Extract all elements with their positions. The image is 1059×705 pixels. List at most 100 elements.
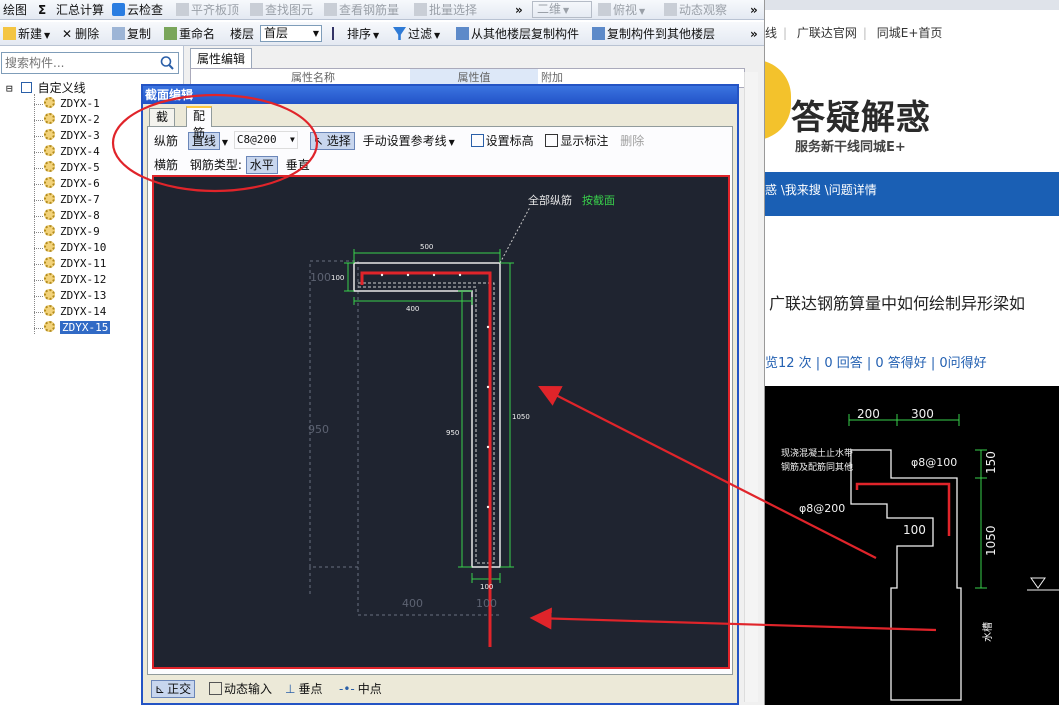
toolbar-overflow-icon[interactable]: » xyxy=(515,0,523,20)
collapse-icon[interactable]: ⊟ xyxy=(6,82,13,95)
find-element-button[interactable]: 查找图元 xyxy=(250,0,313,20)
drawing-label-note1: 现浇混凝土止水带 xyxy=(781,447,853,459)
tree-item-label: ZDYX-8 xyxy=(60,209,100,222)
view-rebar-button[interactable]: 查看钢筋量 xyxy=(324,0,399,20)
tree-connector xyxy=(34,184,43,185)
select-button[interactable]: ↖ 选择 xyxy=(309,132,355,150)
delete-button[interactable]: ✕ 删除 xyxy=(62,24,99,44)
cube-icon xyxy=(598,3,611,16)
tree-root[interactable]: ⊟ 自定义线 xyxy=(6,80,86,96)
chevron-down-icon[interactable]: ▼ xyxy=(222,138,228,147)
search-input[interactable] xyxy=(2,53,152,73)
view-angle-dropdown[interactable]: 俯视 ▼ xyxy=(598,0,645,20)
copy-from-floor-button[interactable]: 从其他楼层复制构件 xyxy=(456,24,579,44)
breadcrumb[interactable]: 惑 \我来搜 \问题详情 xyxy=(765,172,1059,216)
long-rebar-label: 纵筋 xyxy=(154,134,179,148)
keyboard-icon xyxy=(209,682,222,695)
tree-item[interactable]: ZDYX-6 xyxy=(44,176,100,192)
component-gear-icon xyxy=(44,257,55,268)
view-angle-value: 俯视 xyxy=(613,3,638,17)
show-annotation-label: 显示标注 xyxy=(560,134,609,148)
tree-item-label: ZDYX-11 xyxy=(60,257,107,270)
floor-label: 楼层 xyxy=(230,27,255,41)
tree-item-label: ZDYX-14 xyxy=(60,305,107,318)
view-rebar-label: 查看钢筋量 xyxy=(339,3,400,17)
site-link-partial[interactable]: 线 xyxy=(765,26,777,40)
tree-item[interactable]: ZDYX-15 xyxy=(44,320,111,336)
site-link-home[interactable]: 同城E+首页 xyxy=(877,26,943,40)
chevron-down-icon: ▼ xyxy=(434,31,441,40)
component-gear-icon xyxy=(44,305,55,316)
flush-top-icon xyxy=(176,3,189,16)
dim-950-inner: 950 xyxy=(446,429,459,437)
rebar-spec-select[interactable]: C8@200 ▼ xyxy=(233,131,298,149)
vertical-button[interactable]: 垂直 xyxy=(282,156,314,174)
chevron-down-icon: ▼ xyxy=(44,31,51,40)
tree-connector xyxy=(34,200,43,201)
draw-menu[interactable]: 绘图 xyxy=(3,0,27,20)
annotation-icon xyxy=(545,134,559,147)
tree-connector xyxy=(34,312,43,313)
flush-top-button[interactable]: 平齐板顶 xyxy=(176,0,239,20)
binoculars-icon xyxy=(250,3,263,16)
search-icon[interactable] xyxy=(159,55,175,71)
site-link-official[interactable]: 广联达官网 xyxy=(797,26,857,40)
tree-item[interactable]: ZDYX-2 xyxy=(44,112,100,128)
tab-section[interactable]: 截面 xyxy=(149,108,176,141)
rebar-line xyxy=(360,271,492,647)
annotation-leader xyxy=(499,206,531,264)
section-canvas[interactable]: 500 100 400 950 1050 100 400 100 950 100… xyxy=(152,175,730,669)
tree-item[interactable]: ZDYX-10 xyxy=(44,240,106,256)
sort-button[interactable]: 排序 ▼ xyxy=(332,24,379,44)
tree-item[interactable]: ZDYX-12 xyxy=(44,272,106,288)
dynamic-input-button[interactable]: 动态输入 xyxy=(205,680,276,698)
perpendicular-snap-button[interactable]: ⊥ 垂点 xyxy=(281,680,326,698)
tree-item[interactable]: ZDYX-5 xyxy=(44,160,100,176)
rename-button[interactable]: 重命名 xyxy=(164,24,215,44)
browser-tab-strip[interactable] xyxy=(765,0,1059,10)
tab-reinforcement[interactable]: 配筋 xyxy=(186,106,213,140)
tree-connector xyxy=(34,94,35,334)
tree-item[interactable]: ZDYX-8 xyxy=(44,208,100,224)
show-annotation-button[interactable]: 显示标注 xyxy=(541,132,612,150)
chevron-down-icon: ▼ xyxy=(373,31,380,40)
site-logo-title: 答疑解惑 xyxy=(791,98,931,138)
filter-button[interactable]: 过滤 ▼ xyxy=(393,24,440,44)
question-drawing: 200 300 150 1050 100 φ8@100 φ8@200 现浇混凝土… xyxy=(765,386,1059,705)
set-ref-line-button[interactable]: 手动设置参考线 ▼ xyxy=(359,132,459,150)
copy-button[interactable]: 复制 xyxy=(112,24,151,44)
snap-toolbar: ⊾ 正交 动态输入 ⊥ 垂点 -•- 中点 xyxy=(147,678,733,700)
question-title[interactable]: 广联达钢筋算量中如何绘制异形梁如 xyxy=(769,290,1025,314)
tree-item[interactable]: ZDYX-7 xyxy=(44,192,100,208)
tree-connector xyxy=(34,168,43,169)
midpoint-snap-button[interactable]: -•- 中点 xyxy=(335,680,386,698)
dynamic-view-button[interactable]: 动态观察 xyxy=(664,0,727,20)
delete-rebar-button[interactable]: 删除 xyxy=(616,132,648,150)
new-button[interactable]: 新建 ▼ xyxy=(3,24,50,44)
tree-connector xyxy=(34,248,43,249)
floor-select[interactable]: 首层 ▼ xyxy=(260,25,322,42)
funnel-icon xyxy=(393,27,406,40)
tree-item[interactable]: ZDYX-13 xyxy=(44,288,106,304)
tree-item[interactable]: ZDYX-9 xyxy=(44,224,100,240)
toolbar-overflow-icon[interactable]: » xyxy=(750,24,758,44)
tree-item[interactable]: ZDYX-14 xyxy=(44,304,106,320)
cloud-check-button[interactable]: 云检查 xyxy=(112,0,163,20)
tree-item[interactable]: ZDYX-11 xyxy=(44,256,106,272)
ortho-button[interactable]: ⊾ 正交 xyxy=(151,680,196,698)
floor-copy-icon xyxy=(456,27,469,40)
tree-item[interactable]: ZDYX-1 xyxy=(44,96,100,112)
toolbar-overflow-icon[interactable]: » xyxy=(750,0,758,20)
horizontal-button[interactable]: 水平 xyxy=(245,156,278,174)
summary-calc-button[interactable]: 汇总计算 xyxy=(56,0,104,20)
batch-select-label: 批量选择 xyxy=(429,3,478,17)
tree-item[interactable]: ZDYX-4 xyxy=(44,144,100,160)
component-gear-icon xyxy=(44,97,55,108)
tree-item[interactable]: ZDYX-3 xyxy=(44,128,100,144)
copy-to-floor-button[interactable]: 复制构件到其他楼层 xyxy=(592,24,715,44)
batch-select-button[interactable]: 批量选择 xyxy=(414,0,477,20)
view-mode-dropdown[interactable]: 二维 ▼ xyxy=(532,1,592,18)
set-elevation-button[interactable]: 设置标高 xyxy=(467,132,538,150)
tab-property-edit[interactable]: 属性编辑 xyxy=(190,48,253,68)
property-scrollbar[interactable] xyxy=(744,72,758,702)
